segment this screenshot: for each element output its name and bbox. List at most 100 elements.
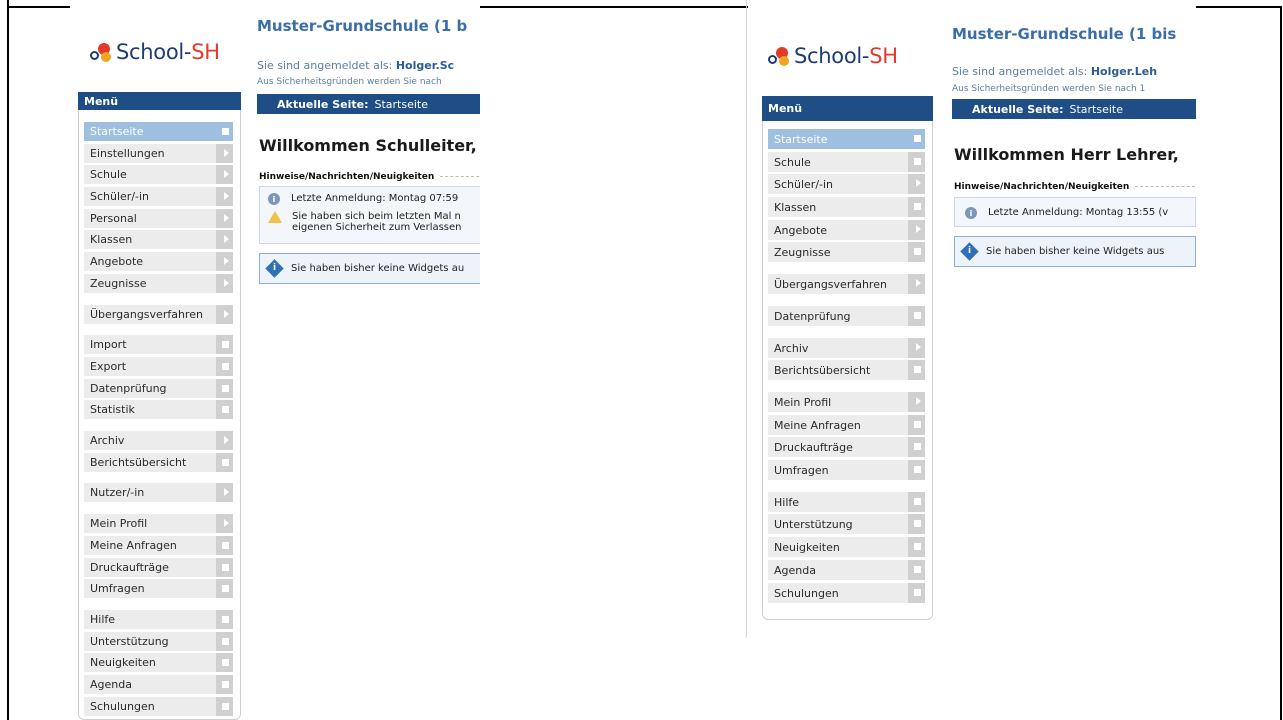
school-sh-logo[interactable]: School-SH	[768, 44, 898, 68]
sidebar-item-label: Schüler/-in	[774, 177, 834, 191]
sidebar-item-schuler-in[interactable]: Schüler/-in	[84, 187, 233, 206]
menu-header: Menü	[762, 96, 933, 121]
sidebar-item-nutzer-in[interactable]: Nutzer/-in	[84, 483, 233, 502]
frame-border-left	[7, 0, 9, 720]
square-bullet-icon	[222, 341, 229, 348]
news-box: i Letzte Anmeldung: Montag 13:55 (v	[954, 197, 1196, 227]
sidebar-item-neuigkeiten[interactable]: Neuigkeiten	[768, 537, 925, 557]
sidebar-item-meine-anfragen[interactable]: Meine Anfragen	[768, 415, 925, 435]
sidebar-item-statistik[interactable]: Statistik	[84, 400, 233, 419]
sidebar-item-import[interactable]: Import	[84, 335, 233, 354]
sidebar-item-neuigkeiten[interactable]: Neuigkeiten	[84, 653, 233, 672]
sidebar-item-label: Schule	[774, 155, 811, 169]
sidebar-item-hilfe[interactable]: Hilfe	[768, 492, 925, 512]
sidebar-item-druckauftrage[interactable]: Druckaufträge	[84, 558, 233, 577]
sidebar-item-archiv[interactable]: Archiv	[768, 338, 925, 358]
sidebar-item-label: Zeugnisse	[774, 245, 831, 259]
sidebar-item-zeugnisse[interactable]: Zeugnisse	[84, 274, 233, 293]
chevron-right-icon	[224, 214, 229, 222]
sidebar-item-umfragen[interactable]: Umfragen	[768, 460, 925, 480]
sidebar-item-druckauftrage[interactable]: Druckaufträge	[768, 437, 925, 457]
sidebar-item-datenprufung[interactable]: Datenprüfung	[84, 379, 233, 398]
sidebar-item-einstellungen[interactable]: Einstellungen	[84, 144, 233, 163]
sidebar-item-schulungen[interactable]: Schulungen	[768, 583, 925, 603]
sidebar-item-berichtsubersicht[interactable]: Berichtsübersicht	[84, 453, 233, 472]
sidebar-item-agenda[interactable]: Agenda	[768, 560, 925, 580]
sidebar-item-label: Druckaufträge	[90, 561, 169, 574]
sidebar-item-klassen[interactable]: Klassen	[768, 197, 925, 217]
sidebar-item-label: Schule	[90, 168, 127, 181]
chevron-right-icon	[224, 170, 229, 178]
sidebar-item-datenprufung[interactable]: Datenprüfung	[768, 306, 925, 326]
square-bullet-icon	[914, 366, 921, 373]
sidebar-item-archiv[interactable]: Archiv	[84, 431, 233, 450]
sidebar-item-unterstutzung[interactable]: Unterstützung	[84, 632, 233, 651]
square-bullet-icon	[914, 566, 921, 573]
sidebar-item-startseite[interactable]: Startseite	[768, 129, 925, 149]
square-bullet-icon	[222, 703, 229, 710]
sidebar-item-ubergangsverfahren[interactable]: Übergangsverfahren	[84, 305, 233, 324]
sidebar-item-unterstutzung[interactable]: Unterstützung	[768, 514, 925, 534]
logo-icon	[768, 45, 792, 67]
sidebar-item-label: Mein Profil	[90, 517, 148, 530]
sidebar-item-schulungen[interactable]: Schulungen	[84, 697, 233, 716]
security-note: Aus Sicherheitsgründen werden Sie nach 1	[952, 84, 1146, 94]
sidebar-item-schuler-in[interactable]: Schüler/-in	[768, 174, 925, 194]
login-info: Sie sind angemeldet als: Holger.Leh	[952, 65, 1157, 78]
sidebar-item-personal[interactable]: Personal	[84, 209, 233, 228]
info-icon: i	[268, 193, 280, 205]
sidebar-item-berichtsubersicht[interactable]: Berichtsübersicht	[768, 360, 925, 380]
sidebar-item-agenda[interactable]: Agenda	[84, 675, 233, 694]
school-title: Muster-Grundschule (1 bis	[952, 25, 1177, 43]
sidebar-item-label: Datenprüfung	[774, 309, 851, 323]
sidebar-item-label: Schüler/-in	[90, 190, 150, 203]
sidebar-item-label: Zeugnisse	[90, 277, 147, 290]
sidebar-item-umfragen[interactable]: Umfragen	[84, 579, 233, 598]
info-diamond-icon: i	[960, 242, 979, 261]
sidebar-item-mein-profil[interactable]: Mein Profil	[768, 392, 925, 412]
sidebar-item-label: Meine Anfragen	[90, 539, 177, 552]
current-page-label: Aktuelle Seite:	[972, 102, 1064, 116]
chevron-right-icon	[916, 279, 921, 287]
current-page-bar: Aktuelle Seite: Startseite	[257, 94, 480, 114]
sidebar-item-label: Hilfe	[774, 495, 800, 509]
chevron-right-icon	[224, 519, 229, 527]
square-bullet-icon	[222, 542, 229, 549]
square-bullet-icon	[914, 589, 921, 596]
chevron-right-icon	[916, 397, 921, 405]
square-bullet-icon	[222, 681, 229, 688]
square-bullet-icon	[222, 585, 229, 592]
news-box: i Letzte Anmeldung: Montag 07:59 Sie habe…	[259, 186, 480, 244]
sidebar-item-export[interactable]: Export	[84, 357, 233, 376]
warning-icon	[268, 211, 282, 223]
sidebar-item-meine-anfragen[interactable]: Meine Anfragen	[84, 536, 233, 555]
sidebar-item-hilfe[interactable]: Hilfe	[84, 610, 233, 629]
info-icon: i	[965, 207, 977, 219]
school-sh-logo[interactable]: School-SH	[90, 40, 220, 64]
sidebar-item-mein-profil[interactable]: Mein Profil	[84, 514, 233, 533]
sidebar-item-angebote[interactable]: Angebote	[84, 252, 233, 271]
sidebar-item-label: Umfragen	[774, 463, 829, 477]
square-bullet-icon	[914, 421, 921, 428]
login-user[interactable]: Holger.Leh	[1091, 65, 1157, 78]
login-user[interactable]: Holger.Sc	[396, 59, 454, 72]
news-text: Letzte Anmeldung: Montag 13:55 (v	[988, 207, 1169, 218]
sidebar-item-startseite[interactable]: Startseite	[84, 122, 233, 141]
news-text: Letzte Anmeldung: Montag 07:59	[291, 193, 459, 204]
welcome-heading: Willkommen Herr Lehrer,	[954, 145, 1179, 164]
square-bullet-icon	[914, 543, 921, 550]
sidebar-item-label: Schulungen	[774, 586, 839, 600]
sidebar-item-klassen[interactable]: Klassen	[84, 230, 233, 249]
sidebar-item-schule[interactable]: Schule	[768, 152, 925, 172]
square-bullet-icon	[914, 466, 921, 473]
logo-text-blue: School-	[794, 44, 870, 68]
sidebar-item-angebote[interactable]: Angebote	[768, 220, 925, 240]
sidebar-item-schule[interactable]: Schule	[84, 165, 233, 184]
square-bullet-icon	[914, 498, 921, 505]
sidebar-item-label: Angebote	[774, 223, 828, 237]
sidebar-item-zeugnisse[interactable]: Zeugnisse	[768, 242, 925, 262]
schulleiter-view: School-SH Menü Startseite Einstellungen Sc…	[70, 0, 480, 720]
sidebar-item-ubergangsverfahren[interactable]: Übergangsverfahren	[768, 274, 925, 294]
news-item: i Letzte Anmeldung: Montag 07:59	[268, 193, 458, 205]
security-note: Aus Sicherheitsgründen werden Sie nach	[257, 77, 442, 87]
